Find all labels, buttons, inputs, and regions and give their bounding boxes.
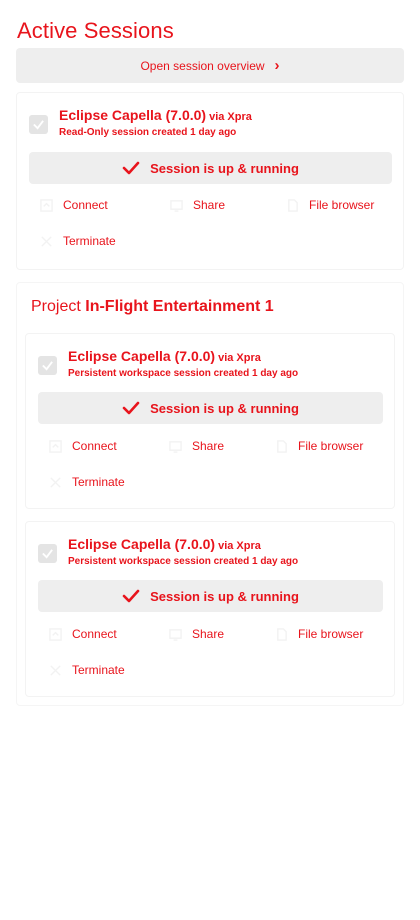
- open-in-window-icon: [48, 627, 62, 641]
- session-status-label: Session is up & running: [150, 160, 299, 176]
- share-label: Share: [192, 627, 225, 641]
- session-name: Eclipse Capella (7.0.0) via Xpra: [68, 348, 261, 364]
- connect-button[interactable]: Connect: [48, 627, 117, 641]
- session-card: Eclipse Capella (7.0.0) via Xpra Read-Onl…: [16, 92, 404, 270]
- share-button[interactable]: Share: [168, 627, 224, 641]
- connect-label: Connect: [63, 198, 108, 212]
- session-tool-name: Eclipse Capella (7.0.0): [68, 536, 216, 552]
- session-checkbox[interactable]: [38, 356, 57, 375]
- share-screen-icon: [168, 439, 182, 453]
- check-icon: [122, 401, 140, 415]
- terminate-button[interactable]: Terminate: [39, 234, 116, 248]
- session-actions: Connect Share File browser Terminate: [38, 439, 398, 499]
- session-card: Eclipse Capella (7.0.0) via Xpra Persiste…: [25, 521, 395, 697]
- close-icon: [48, 475, 62, 489]
- close-icon: [39, 234, 53, 248]
- terminate-label: Terminate: [72, 663, 125, 677]
- file-browser-button[interactable]: File browser: [274, 627, 363, 641]
- terminate-label: Terminate: [72, 475, 125, 489]
- share-screen-icon: [169, 198, 183, 212]
- terminate-button[interactable]: Terminate: [48, 663, 125, 677]
- session-connection-method: via Xpra: [218, 540, 261, 552]
- session-name: Eclipse Capella (7.0.0) via Xpra: [59, 107, 252, 123]
- session-description: Read-Only session created 1 day ago: [59, 127, 237, 138]
- file-browser-label: File browser: [298, 627, 364, 641]
- session-name: Eclipse Capella (7.0.0) via Xpra: [68, 536, 261, 552]
- checkbox-icon: [42, 361, 53, 371]
- file-browser-label: File browser: [298, 439, 364, 453]
- file-icon: [285, 198, 299, 212]
- check-icon: [122, 589, 140, 603]
- connect-label: Connect: [72, 627, 117, 641]
- connect-label: Connect: [72, 439, 117, 453]
- session-checkbox[interactable]: [29, 115, 48, 134]
- session-status-label: Session is up & running: [150, 588, 299, 604]
- open-in-window-icon: [48, 439, 62, 453]
- close-icon: [48, 663, 62, 677]
- session-description: Persistent workspace session created 1 d…: [68, 368, 299, 379]
- connect-button[interactable]: Connect: [48, 439, 117, 453]
- share-button[interactable]: Share: [169, 198, 225, 212]
- file-browser-button[interactable]: File browser: [285, 198, 374, 212]
- file-browser-label: File browser: [309, 198, 375, 212]
- session-checkbox[interactable]: [38, 544, 57, 563]
- session-connection-method: via Xpra: [218, 352, 261, 364]
- terminate-button[interactable]: Terminate: [48, 475, 125, 489]
- session-status-button[interactable]: Session is up & running: [29, 152, 392, 184]
- page-title: Active Sessions: [17, 18, 174, 43]
- session-connection-method: via Xpra: [209, 111, 252, 123]
- open-session-overview-button[interactable]: Open session overview ›: [16, 48, 404, 83]
- session-status-label: Session is up & running: [150, 400, 299, 416]
- open-session-overview-label: Open session overview: [140, 58, 265, 73]
- check-icon: [122, 161, 140, 175]
- session-card: Eclipse Capella (7.0.0) via Xpra Persiste…: [25, 333, 395, 509]
- session-description: Persistent workspace session created 1 d…: [68, 556, 299, 567]
- chevron-right-icon: ›: [274, 57, 280, 74]
- open-in-window-icon: [39, 198, 53, 212]
- share-label: Share: [193, 198, 226, 212]
- project-title: Project In-Flight Entertainment 1: [31, 298, 274, 316]
- terminate-label: Terminate: [63, 234, 116, 248]
- session-tool-name: Eclipse Capella (7.0.0): [68, 348, 216, 364]
- session-status-button[interactable]: Session is up & running: [38, 392, 383, 424]
- checkbox-icon: [42, 549, 53, 559]
- share-screen-icon: [168, 627, 182, 641]
- file-icon: [274, 439, 288, 453]
- project-name: In-Flight Entertainment 1: [85, 298, 274, 315]
- checkbox-icon: [33, 120, 44, 130]
- session-status-button[interactable]: Session is up & running: [38, 580, 383, 612]
- project-title-prefix: Project: [31, 298, 81, 315]
- connect-button[interactable]: Connect: [39, 198, 108, 212]
- share-button[interactable]: Share: [168, 439, 224, 453]
- session-actions: Connect Share File browser Terminate: [29, 198, 389, 258]
- file-icon: [274, 627, 288, 641]
- session-actions: Connect Share File browser Terminate: [38, 627, 398, 687]
- project-group: Project In-Flight Entertainment 1 Eclips…: [16, 282, 404, 706]
- share-label: Share: [192, 439, 225, 453]
- file-browser-button[interactable]: File browser: [274, 439, 363, 453]
- session-tool-name: Eclipse Capella (7.0.0): [59, 107, 207, 123]
